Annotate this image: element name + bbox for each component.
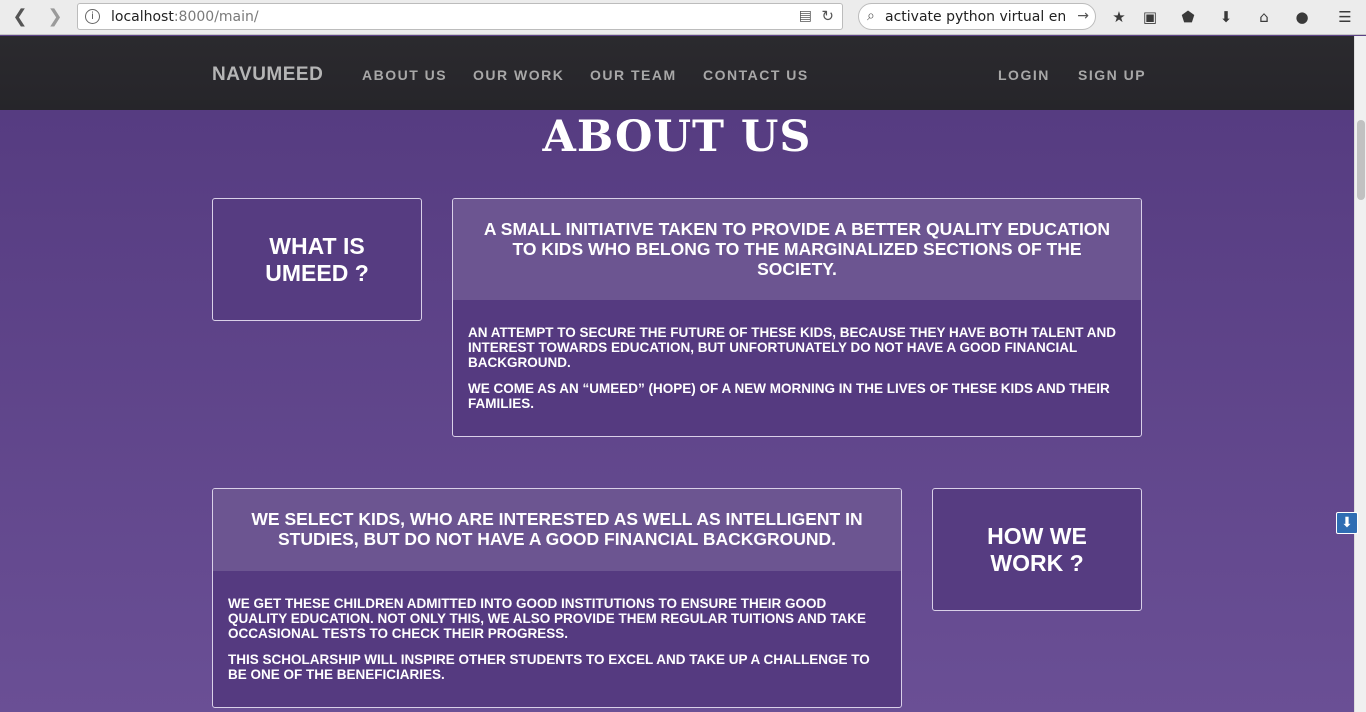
chat-icon[interactable]: ● [1292,7,1312,27]
search-input[interactable] [885,7,1065,27]
intro-panel-heading: A SMALL INITIATIVE TAKEN TO PROVIDE A BE… [453,199,1141,300]
pocket-icon[interactable]: ⬟ [1178,7,1198,27]
brand-logo[interactable]: NAVUMEED [212,64,323,86]
menu-icon[interactable]: ☰ [1335,7,1355,27]
work-panel: WE SELECT KIDS, WHO ARE INTERESTED AS WE… [212,488,902,708]
nav-sign-up[interactable]: SIGN UP [1078,67,1146,83]
info-icon[interactable]: i [85,9,100,24]
nav-our-team[interactable]: OUR TEAM [590,67,677,83]
intro-panel-body: AN ATTEMPT TO SECURE THE FUTURE OF THESE… [453,300,1141,411]
work-paragraph-2: THIS SCHOLARSHIP WILL INSPIRE OTHER STUD… [228,652,870,682]
scrollbar-thumb[interactable] [1357,120,1365,200]
bookmark-star-icon[interactable]: ★ [1109,7,1129,27]
site-navbar: NAVUMEED ABOUT US OUR WORK OUR TEAM CONT… [0,36,1354,110]
reading-list-icon[interactable]: ▣ [1140,7,1160,27]
intro-paragraph-2: WE COME AS AN “UMEED” (HOPE) OF A NEW MO… [468,381,1110,411]
how-we-work-label: HOW WE WORK ? [987,522,1087,576]
what-is-umeed-box: WHAT IS UMEED ? [212,198,422,321]
work-paragraph-1: WE GET THESE CHILDREN ADMITTED INTO GOOD… [228,596,867,641]
forward-icon[interactable]: ❯ [44,7,66,27]
url-text[interactable]: localhost:8000/main/ [111,9,259,25]
browser-toolbar: ❮ ❯ i localhost:8000/main/ ▤ ↻ ⌕ → ★ ▣ ⬟… [0,0,1366,35]
nav-login[interactable]: LOGIN [998,67,1050,83]
download-arrow-icon[interactable]: ⬇ [1336,512,1358,534]
page-title: ABOUT US [542,112,812,162]
url-path: :8000/main/ [173,9,259,25]
work-panel-heading: WE SELECT KIDS, WHO ARE INTERESTED AS WE… [213,489,901,571]
url-bar[interactable]: i localhost:8000/main/ ▤ ↻ [77,3,843,30]
nav-contact-us[interactable]: CONTACT US [703,67,809,83]
search-icon: ⌕ [867,8,875,24]
go-arrow-icon[interactable]: → [1077,8,1089,24]
download-icon[interactable]: ⬇ [1216,7,1236,27]
what-is-umeed-label: WHAT IS UMEED ? [265,232,369,286]
search-bar[interactable]: ⌕ → [858,3,1096,30]
intro-panel: A SMALL INITIATIVE TAKEN TO PROVIDE A BE… [452,198,1142,437]
page-scrollbar[interactable] [1354,36,1366,712]
reader-icon[interactable]: ▤ [799,8,812,24]
about-section: ABOUT US WHAT IS UMEED ? A SMALL INITIAT… [0,110,1354,712]
nav-about-us[interactable]: ABOUT US [362,67,447,83]
intro-paragraph-1: AN ATTEMPT TO SECURE THE FUTURE OF THESE… [468,325,1117,370]
url-host: localhost [111,9,174,25]
back-icon[interactable]: ❮ [9,7,31,27]
how-we-work-box: HOW WE WORK ? [932,488,1142,611]
reload-icon[interactable]: ↻ [821,7,834,25]
home-icon[interactable]: ⌂ [1254,7,1274,27]
nav-our-work[interactable]: OUR WORK [473,67,564,83]
work-panel-body: WE GET THESE CHILDREN ADMITTED INTO GOOD… [213,571,901,682]
